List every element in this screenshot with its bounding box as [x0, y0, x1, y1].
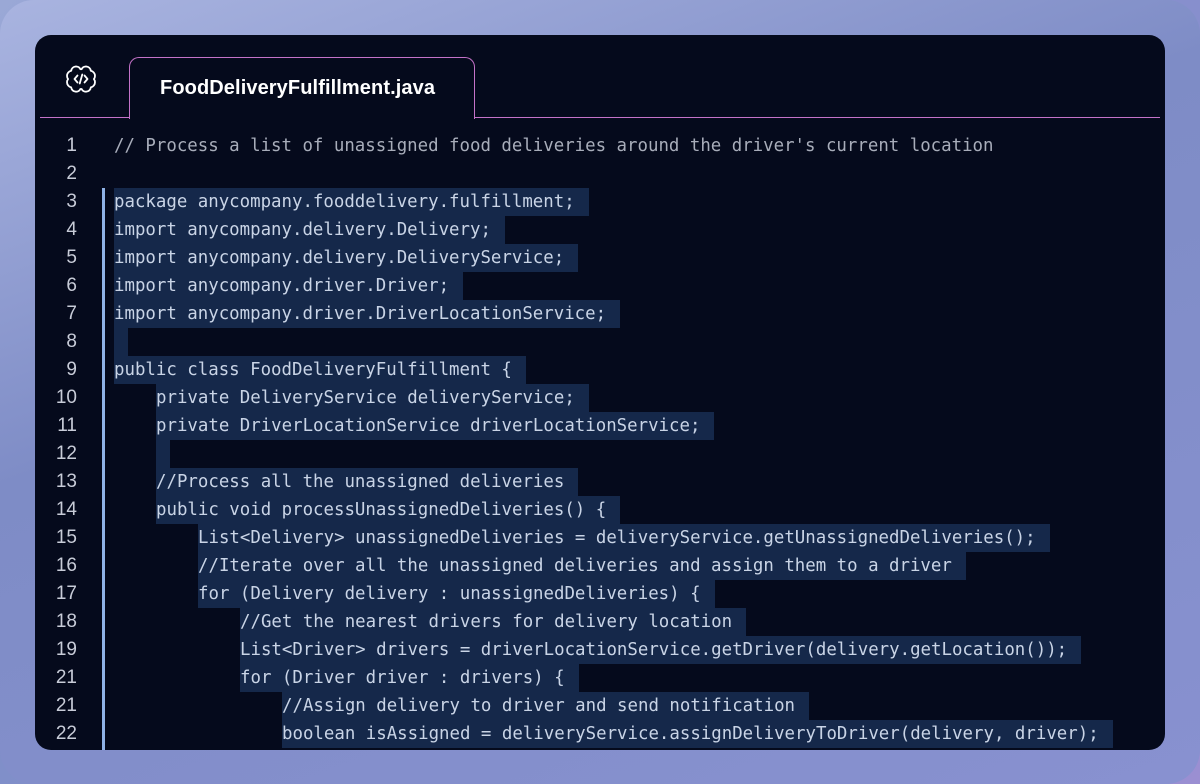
- code-line[interactable]: 13 //Process all the unassigned deliverie…: [35, 468, 1165, 496]
- line-number: 4: [35, 218, 77, 242]
- code-line[interactable]: 2: [35, 160, 1165, 188]
- code-text: boolean isAssigned = deliveryService.ass…: [282, 720, 1113, 748]
- line-number: 5: [35, 246, 77, 270]
- code-line[interactable]: 8: [35, 328, 1165, 356]
- code-line[interactable]: 14 public void processUnassignedDeliverie…: [35, 496, 1165, 524]
- code-line[interactable]: 21 for (Driver driver : drivers) {: [35, 664, 1165, 692]
- code-line[interactable]: 15 List<Delivery> unassignedDeliveries = …: [35, 524, 1165, 552]
- line-number: 7: [35, 302, 77, 326]
- code-text: //Assign delivery to driver and send not…: [282, 692, 809, 720]
- code-editor-window: FoodDeliveryFulfillment.java 1 // Process…: [35, 35, 1165, 750]
- line-number: 11: [35, 414, 77, 438]
- code-line[interactable]: 17 for (Delivery delivery : unassignedDel…: [35, 580, 1165, 608]
- code-text: [114, 160, 128, 188]
- code-text: import anycompany.delivery.DeliveryServi…: [114, 244, 578, 272]
- code-text: import anycompany.driver.DriverLocationS…: [114, 300, 620, 328]
- code-line[interactable]: 5 import anycompany.delivery.DeliveryServ…: [35, 244, 1165, 272]
- code-line[interactable]: 3 package anycompany.fooddelivery.fulfill…: [35, 188, 1165, 216]
- file-tab-label: FoodDeliveryFulfillment.java: [160, 77, 435, 100]
- code-text: import anycompany.delivery.Delivery;: [114, 216, 505, 244]
- code-text: // Process a list of unassigned food del…: [114, 132, 1007, 160]
- code-text: List<Driver> drivers = driverLocationSer…: [240, 636, 1081, 664]
- code-text: [156, 440, 170, 468]
- line-number: 10: [35, 386, 77, 410]
- code-text: for (Driver driver : drivers) {: [240, 664, 579, 692]
- code-line[interactable]: 6 import anycompany.driver.Driver;: [35, 272, 1165, 300]
- code-text: import anycompany.driver.Driver;: [114, 272, 463, 300]
- code-text: private DriverLocationService driverLoca…: [156, 412, 714, 440]
- line-number: 19: [35, 638, 77, 662]
- file-tab[interactable]: FoodDeliveryFulfillment.java: [129, 57, 475, 119]
- code-line[interactable]: 1 // Process a list of unassigned food de…: [35, 132, 1165, 160]
- line-number: 6: [35, 274, 77, 298]
- line-number: 18: [35, 610, 77, 634]
- line-number: 14: [35, 498, 77, 522]
- code-line[interactable]: 10 private DeliveryService deliveryServic…: [35, 384, 1165, 412]
- code-text: //Get the nearest drivers for delivery l…: [240, 608, 746, 636]
- line-number: 12: [35, 442, 77, 466]
- code-line[interactable]: 11 private DriverLocationService driverLo…: [35, 412, 1165, 440]
- code-text: package anycompany.fooddelivery.fulfillm…: [114, 188, 589, 216]
- code-line[interactable]: 21 //Assign delivery to driver and send n…: [35, 692, 1165, 720]
- code-line[interactable]: 12: [35, 440, 1165, 468]
- code-line[interactable]: 4 import anycompany.delivery.Delivery;: [35, 216, 1165, 244]
- code-line[interactable]: 7 import anycompany.driver.DriverLocation…: [35, 300, 1165, 328]
- line-number: 8: [35, 330, 77, 354]
- code-text: private DeliveryService deliveryService;: [156, 384, 589, 412]
- code-line[interactable]: 16 //Iterate over all the unassigned deli…: [35, 552, 1165, 580]
- code-line[interactable]: 9 public class FoodDeliveryFulfillment {: [35, 356, 1165, 384]
- code-line[interactable]: 18 //Get the nearest drivers for delivery…: [35, 608, 1165, 636]
- code-text: public class FoodDeliveryFulfillment {: [114, 356, 526, 384]
- line-number: 17: [35, 582, 77, 606]
- line-number: 22: [35, 722, 77, 746]
- line-number: 15: [35, 526, 77, 550]
- code-text: [114, 328, 128, 356]
- code-area[interactable]: 1 // Process a list of unassigned food de…: [35, 132, 1165, 750]
- line-number: 9: [35, 358, 77, 382]
- line-number: 21: [35, 694, 77, 718]
- code-line[interactable]: 19 List<Driver> drivers = driverLocationS…: [35, 636, 1165, 664]
- line-number: 2: [35, 162, 77, 186]
- code-brain-icon: [63, 61, 99, 97]
- line-number: 3: [35, 190, 77, 214]
- line-number: 21: [35, 666, 77, 690]
- code-line[interactable]: 22 boolean isAssigned = deliveryService.a…: [35, 720, 1165, 748]
- code-text: List<Delivery> unassignedDeliveries = de…: [198, 524, 1050, 552]
- code-text: //Process all the unassigned deliveries: [156, 468, 578, 496]
- line-number: 1: [35, 134, 77, 158]
- line-number: 13: [35, 470, 77, 494]
- code-text: //Iterate over all the unassigned delive…: [198, 552, 966, 580]
- line-number: 16: [35, 554, 77, 578]
- code-text: public void processUnassignedDeliveries(…: [156, 496, 620, 524]
- code-text: for (Delivery delivery : unassignedDeliv…: [198, 580, 715, 608]
